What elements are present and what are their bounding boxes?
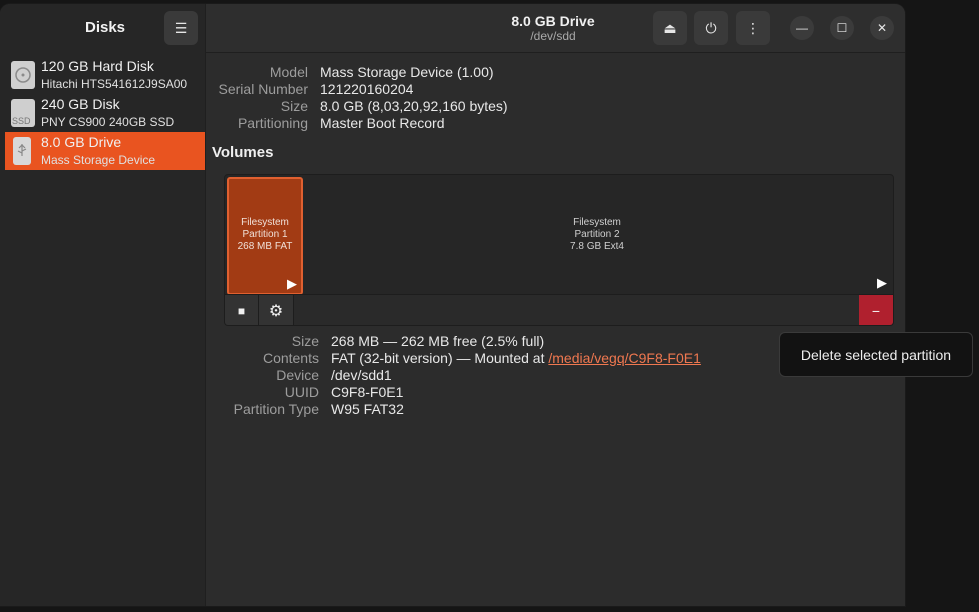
drive-title: 8.0 GB Drive bbox=[511, 13, 595, 29]
menu-button[interactable]: ☰ bbox=[164, 11, 198, 45]
disk-item-120gb[interactable]: 120 GB Hard Disk Hitachi HTS541612J9SA00 bbox=[5, 56, 205, 94]
volumes-heading: Volumes bbox=[212, 144, 274, 161]
disk-model: Mass Storage Device bbox=[41, 153, 156, 167]
disk-name: 120 GB Hard Disk bbox=[41, 58, 154, 74]
partition-2-type: Filesystem bbox=[573, 217, 621, 228]
partition-uuid-label: UUID bbox=[284, 384, 319, 400]
stop-icon: ■ bbox=[237, 303, 246, 318]
eject-button[interactable]: ⏏ bbox=[653, 11, 687, 45]
partition-size-label: Size bbox=[291, 333, 319, 349]
unmount-button[interactable]: ■ bbox=[225, 295, 259, 325]
maximize-icon: ☐ bbox=[836, 21, 848, 35]
hard-disk-icon bbox=[11, 61, 35, 89]
play-icon: ▶ bbox=[877, 275, 887, 290]
ssd-icon-label: SSD bbox=[12, 116, 31, 126]
gear-icon: ⚙ bbox=[268, 302, 284, 320]
partition-device-label: Device bbox=[276, 367, 319, 383]
partition-1-block[interactable]: Filesystem Partition 1 268 MB FAT ▶ bbox=[227, 177, 303, 295]
drive-options-button[interactable]: ⋮ bbox=[736, 11, 770, 45]
more-options-icon: ⋮ bbox=[746, 19, 760, 36]
close-icon: ✕ bbox=[876, 21, 888, 35]
eject-icon: ⏏ bbox=[663, 19, 677, 36]
minimize-icon: — bbox=[796, 21, 808, 35]
app-title: Disks bbox=[84, 19, 126, 36]
delete-partition-button[interactable]: − bbox=[859, 295, 893, 325]
drive-size-value: 8.0 GB (8,03,20,92,160 bytes) bbox=[320, 98, 508, 114]
ssd-icon: SSD bbox=[11, 99, 35, 127]
volume-map: Filesystem Partition 1 268 MB FAT ▶ File… bbox=[224, 174, 894, 326]
disk-list: 120 GB Hard Disk Hitachi HTS541612J9SA00… bbox=[0, 52, 206, 606]
partition-2-block[interactable]: Filesystem Partition 2 7.8 GB Ext4 ▶ bbox=[303, 177, 891, 293]
menu-icon: ☰ bbox=[174, 19, 188, 36]
partition-1-type: Filesystem bbox=[241, 217, 289, 228]
minimize-button[interactable]: — bbox=[790, 16, 814, 40]
contents-text: FAT (32-bit version) — Mounted at bbox=[331, 350, 549, 366]
partition-contents-label: Contents bbox=[262, 350, 319, 366]
volume-toolbar: ■ ⚙ − bbox=[225, 294, 893, 325]
disk-model: Hitachi HTS541612J9SA00 bbox=[41, 77, 188, 91]
close-button[interactable]: ✕ bbox=[870, 16, 894, 40]
partition-options-button[interactable]: ⚙ bbox=[259, 295, 294, 325]
power-icon: ⏻ bbox=[705, 19, 717, 36]
main-header: 8.0 GB Drive /dev/sdd ⏏ ⏻ ⋮ — ☐ ✕ bbox=[206, 4, 905, 53]
partition-size-value: 268 MB — 262 MB free (2.5% full) bbox=[331, 333, 545, 349]
play-icon: ▶ bbox=[287, 276, 297, 291]
sidebar-header: Disks ☰ bbox=[0, 4, 206, 53]
drive-partitioning-label: Partitioning bbox=[237, 115, 308, 131]
drive-path: /dev/sdd bbox=[530, 29, 576, 43]
disk-item-240gb[interactable]: SSD 240 GB Disk PNY CS900 240GB SSD bbox=[5, 94, 205, 132]
power-off-button[interactable]: ⏻ bbox=[694, 11, 728, 45]
partition-1-label: Partition 1 bbox=[242, 229, 288, 240]
header-bar: Disks ☰ 8.0 GB Drive /dev/sdd ⏏ ⏻ ⋮ — ☐ bbox=[0, 4, 905, 53]
mount-point-link[interactable]: /media/vegq/C9F8-F0E1 bbox=[548, 350, 701, 366]
maximize-button[interactable]: ☐ bbox=[830, 16, 854, 40]
drive-serial-value: 121220160204 bbox=[320, 81, 414, 97]
partition-type-value: W95 FAT32 bbox=[331, 401, 404, 417]
disks-window: Disks ☰ 8.0 GB Drive /dev/sdd ⏏ ⏻ ⋮ — ☐ bbox=[0, 4, 905, 606]
usb-drive-icon bbox=[13, 137, 31, 165]
partition-1-size: 268 MB FAT bbox=[237, 241, 293, 252]
delete-partition-tooltip: Delete selected partition bbox=[779, 332, 973, 377]
disk-name: 240 GB Disk bbox=[41, 96, 120, 112]
partition-type-label: Partition Type bbox=[233, 401, 319, 417]
partition-2-label: Partition 2 bbox=[574, 229, 620, 240]
drive-model-label: Model bbox=[269, 64, 308, 80]
drive-model-value: Mass Storage Device (1.00) bbox=[320, 64, 494, 80]
disk-item-8gb[interactable]: 8.0 GB Drive Mass Storage Device bbox=[5, 132, 205, 170]
drive-serial-label: Serial Number bbox=[218, 81, 308, 97]
partition-uuid-value: C9F8-F0E1 bbox=[331, 384, 404, 400]
partition-2-size: 7.8 GB Ext4 bbox=[570, 241, 624, 252]
drive-partitioning-value: Master Boot Record bbox=[320, 115, 445, 131]
disk-name: 8.0 GB Drive bbox=[41, 134, 122, 150]
minus-icon: − bbox=[871, 302, 881, 319]
drive-size-label: Size bbox=[280, 98, 308, 114]
disk-model: PNY CS900 240GB SSD bbox=[41, 115, 175, 129]
partition-device-value: /dev/sdd1 bbox=[331, 367, 392, 383]
partition-contents-value: FAT (32-bit version) — Mounted at /media… bbox=[331, 350, 701, 366]
